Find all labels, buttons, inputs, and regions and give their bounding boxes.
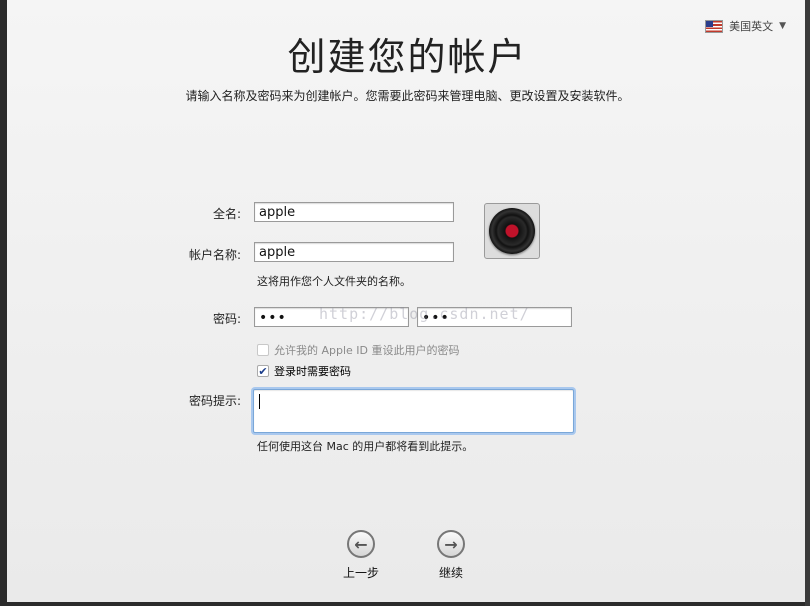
account-name-field[interactable]: apple (254, 242, 454, 262)
setup-window: 美国英文 ▼ 创建您的帐户 请输入名称及密码来为创建帐户。您需要此密码来管理电脑… (7, 0, 808, 602)
back-label: 上一步 (342, 566, 379, 580)
account-name-label: 帐户名称: (188, 248, 241, 262)
vinyl-record-icon (489, 208, 535, 254)
apple-id-reset-label: 允许我的 Apple ID 重设此用户的密码 (274, 344, 460, 357)
password-label: 密码: (212, 312, 241, 326)
apple-id-reset-checkbox[interactable] (257, 344, 269, 356)
password-hint-label: 密码提示: (188, 394, 241, 408)
account-name-note: 这将用作您个人文件夹的名称。 (257, 275, 411, 288)
window-edge (805, 0, 810, 606)
fullname-field[interactable]: apple (254, 202, 454, 222)
require-password-label: 登录时需要密码 (274, 365, 351, 378)
watermark-text: http://blog.csdn.net/ (319, 305, 530, 323)
arrow-left-icon: ← (347, 530, 375, 558)
continue-label: 继续 (438, 566, 463, 580)
page-subtitle: 请输入名称及密码来为创建帐户。您需要此密码来管理电脑、更改设置及安装软件。 (185, 89, 630, 103)
apple-id-reset-row: 允许我的 Apple ID 重设此用户的密码 (257, 342, 460, 358)
arrow-right-icon: → (437, 530, 465, 558)
require-password-checkbox[interactable]: ✔ (257, 365, 269, 377)
page-title: 创建您的帐户 (287, 35, 528, 79)
back-button[interactable]: ← 上一步 (331, 530, 391, 581)
user-picture-button[interactable] (484, 203, 540, 259)
text-caret (259, 394, 260, 409)
password-hint-note: 任何使用这台 Mac 的用户都将看到此提示。 (257, 440, 474, 453)
fullname-label: 全名: (212, 207, 241, 221)
continue-button[interactable]: → 继续 (421, 530, 481, 581)
password-hint-field[interactable] (253, 389, 574, 433)
require-password-row: ✔ 登录时需要密码 (257, 363, 351, 379)
